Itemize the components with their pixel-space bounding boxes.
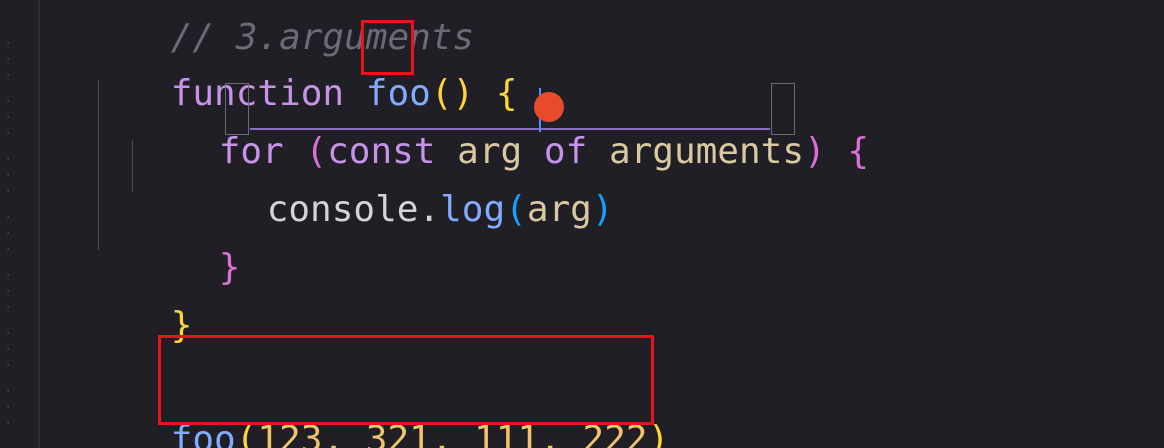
close-paren: )	[591, 189, 614, 230]
highlight-params-annotation	[361, 20, 414, 75]
gutter-dots: · · ·	[4, 268, 17, 316]
code-editor[interactable]: · · · · · · · · · · · · · · · · · · · · …	[0, 0, 1164, 448]
open-paren: (	[505, 189, 527, 230]
console-object: console	[266, 189, 419, 230]
open-brace: {	[847, 131, 870, 172]
gutter-dots: · · ·	[4, 384, 17, 432]
dot-operator: .	[418, 189, 441, 230]
code-line-1[interactable]: function foo() {	[84, 28, 518, 114]
pointer-dot-icon	[534, 92, 564, 122]
gutter-dots: · · ·	[4, 152, 17, 200]
code-line-3[interactable]: console.log(arg)	[180, 144, 614, 230]
gutter-dots: · · ·	[4, 210, 17, 258]
arguments-object: arguments	[608, 131, 805, 172]
gutter-dots: · · ·	[4, 326, 17, 374]
highlight-call-args-annotation	[158, 335, 654, 425]
gutter-dots: · · ·	[4, 94, 17, 142]
bracket-match-open	[225, 83, 249, 135]
gutter: · · · · · · · · · · · · · · · · · · · · …	[0, 0, 40, 448]
log-argument: arg	[526, 189, 592, 230]
code-line-4[interactable]: }	[132, 202, 241, 288]
code-line-5[interactable]: }	[84, 260, 193, 346]
close-brace: }	[218, 247, 241, 288]
bracket-match-close	[771, 83, 795, 135]
indent-guide	[98, 80, 99, 250]
log-method: log	[440, 189, 506, 230]
selection-underline	[250, 128, 770, 130]
gutter-dots: · · ·	[4, 36, 17, 84]
code-comment: // 3.arguments	[84, 0, 474, 58]
close-paren: )	[804, 131, 826, 172]
gutter-border	[38, 0, 40, 448]
